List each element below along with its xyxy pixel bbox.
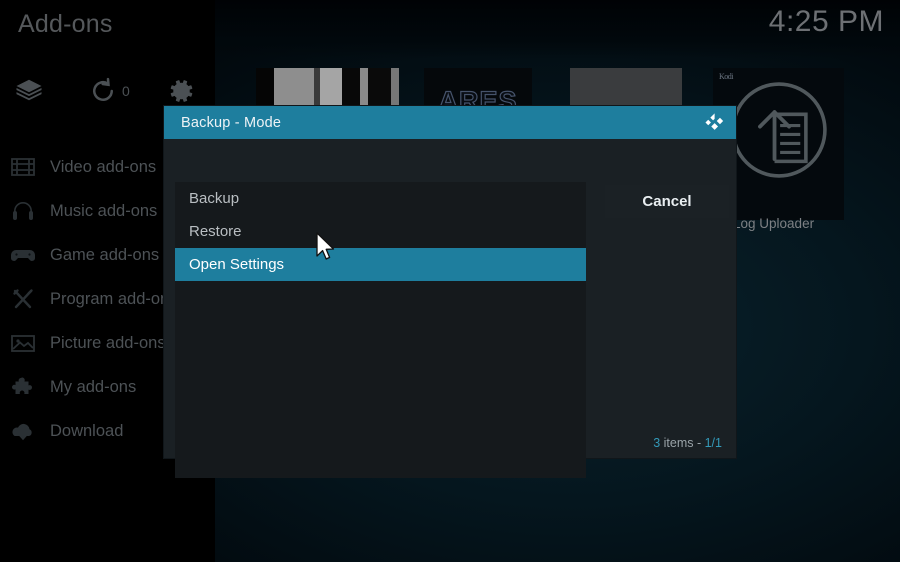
package-icon[interactable] <box>14 76 44 106</box>
backup-mode-dialog: Backup - Mode Backup Restore Open Settin… <box>164 106 736 478</box>
photo-icon <box>10 331 36 355</box>
poster-thumb-log-uploader-label: VA Log Uploader <box>713 216 815 231</box>
list-item-backup[interactable]: Backup <box>175 182 586 215</box>
sidebar-item-label: My add-ons <box>50 377 137 396</box>
sidebar-item-label: Video add-ons <box>50 157 157 176</box>
gamepad-icon <box>10 243 36 267</box>
refresh-icon[interactable] <box>88 76 118 106</box>
cancel-button-label: Cancel <box>642 193 692 210</box>
sidebar-item-label: Program add-ons <box>50 289 178 308</box>
kodi-screen: ARES Kodi VA Log Uploader Add-ons 4:25 P… <box>0 0 900 562</box>
list-item-open-settings[interactable]: Open Settings <box>175 248 586 281</box>
headphones-icon <box>10 199 36 223</box>
list-item-label: Open Settings <box>189 256 285 273</box>
sidebar-item-label: Game add-ons <box>50 245 160 264</box>
sidebar-item-label: Download <box>50 421 124 440</box>
clock: 4:25 PM <box>768 5 884 38</box>
dialog-title: Backup - Mode <box>181 114 282 131</box>
dialog-titlebar: Backup - Mode <box>164 106 736 139</box>
dialog-body: Backup Restore Open Settings Cancel 3 it… <box>164 139 736 478</box>
gear-icon[interactable] <box>166 76 196 106</box>
cloud-download-icon <box>10 419 36 443</box>
list-item-label: Backup <box>189 190 240 207</box>
kodi-logo-icon <box>704 112 726 134</box>
mode-option-list[interactable]: Backup Restore Open Settings <box>175 182 586 478</box>
film-icon <box>10 155 36 179</box>
refresh-count: 0 <box>122 83 130 99</box>
item-count-status: 3 items - 1/1 <box>653 436 722 450</box>
log-upload-icon <box>723 74 835 186</box>
page-title: Add-ons <box>18 10 113 38</box>
item-count-text: items - <box>660 436 705 450</box>
sidebar-item-label: Music add-ons <box>50 201 158 220</box>
cancel-button[interactable]: Cancel <box>605 185 729 218</box>
tools-icon <box>10 287 36 311</box>
item-count-page: 1/1 <box>704 436 722 450</box>
puzzle-icon <box>10 375 36 399</box>
list-item-label: Restore <box>189 223 242 240</box>
sidebar-item-label: Picture add-ons <box>50 333 166 352</box>
list-item-restore[interactable]: Restore <box>175 215 586 248</box>
